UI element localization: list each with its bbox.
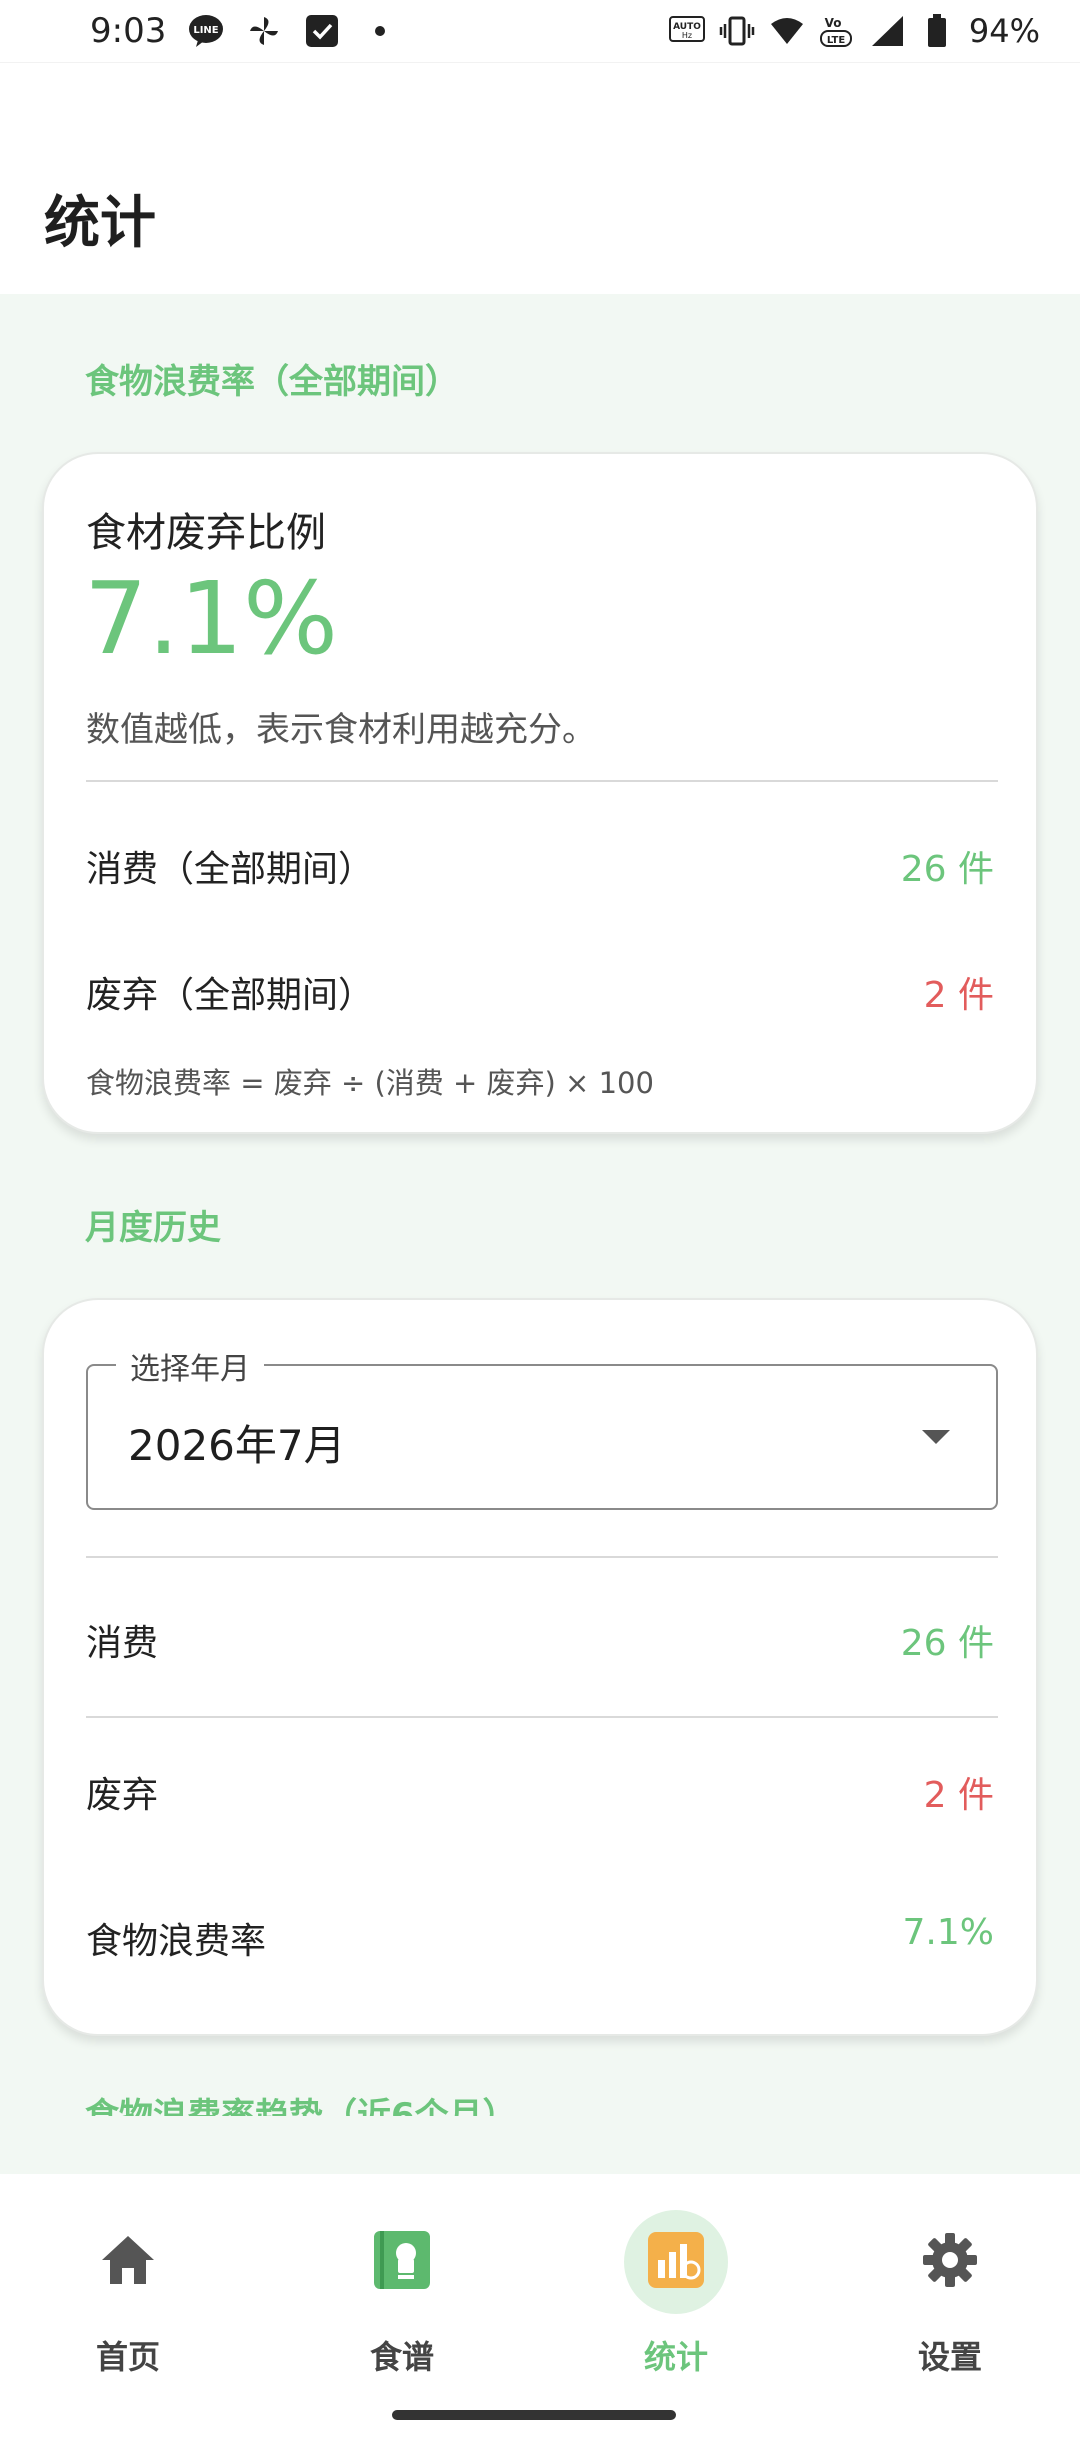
- home-icon: [100, 2234, 156, 2290]
- month-select-value: 2026年7月: [128, 1421, 346, 1470]
- nav-label-home: 首页: [95, 2338, 160, 2376]
- nav-label-recipes: 食谱: [369, 2338, 434, 2376]
- status-time: 9:03: [90, 11, 167, 51]
- stats-chart-icon: [646, 2230, 706, 2294]
- auto-hz-icon: AUTO Hz: [668, 13, 705, 49]
- nav-icon-wrap: [76, 2210, 180, 2314]
- status-left: 9:03 LINE: [90, 11, 398, 51]
- card-divider: [86, 1716, 998, 1718]
- waste-rate-value: 7.1%: [84, 560, 339, 677]
- wifi-icon: [769, 13, 805, 49]
- battery-icon: [919, 13, 955, 49]
- bottom-navigation: 首页 食谱 统计 设置: [0, 2174, 1080, 2448]
- gear-icon: [922, 2232, 978, 2292]
- trend-section-title: 食物浪费率趋势（近6个月）: [85, 2096, 517, 2116]
- month-select-legend: 选择年月: [116, 1344, 264, 1388]
- svg-text:LINE: LINE: [194, 25, 219, 36]
- waste-rate-card: 食材废弃比例 7.1% 数值越低，表示食材利用越充分。 消费（全部期间） 26 …: [42, 452, 1038, 1134]
- status-right: AUTO Hz Vo LTE 94%: [668, 12, 1040, 50]
- vibrate-icon: [719, 13, 755, 49]
- wasted-all-value: 2 件: [923, 975, 994, 1016]
- wasted-all-label: 废弃（全部期间）: [86, 975, 375, 1016]
- page-title: 统计: [44, 191, 156, 256]
- app-header: 统计: [0, 62, 1080, 294]
- card-divider: [86, 780, 998, 782]
- svg-text:Vo: Vo: [824, 16, 841, 30]
- svg-text:Hz: Hz: [682, 31, 692, 40]
- volte-icon: Vo LTE: [819, 13, 855, 49]
- nav-icon-wrap-active: [624, 2210, 728, 2314]
- signal-icon: [869, 13, 905, 49]
- monthly-section-title: 月度历史: [85, 1208, 221, 1248]
- line-icon: LINE: [188, 13, 224, 49]
- check-icon: [304, 13, 340, 49]
- consumed-all-label: 消费（全部期间）: [86, 849, 375, 890]
- stats-content[interactable]: 食物浪费率（全部期间） 食材废弃比例 7.1% 数值越低，表示食材利用越充分。 …: [0, 294, 1080, 2174]
- nav-label-stats: 统计: [643, 2338, 708, 2376]
- monthly-wasted-value: 2 件: [923, 1775, 994, 1816]
- svg-text:LTE: LTE: [827, 35, 846, 46]
- nav-item-settings[interactable]: 设置: [850, 2210, 1050, 2376]
- pinwheel-icon: [246, 13, 282, 49]
- monthly-wasted-label: 废弃: [86, 1775, 159, 1816]
- waste-formula: 食物浪费率 = 废弃 ÷ (消费 + 废弃) × 100: [86, 1066, 654, 1100]
- recipe-book-icon: [372, 2229, 432, 2295]
- monthly-waste-rate-value: 7.1%: [902, 1912, 994, 1953]
- nav-icon-wrap: [898, 2210, 1002, 2314]
- dot-icon: [362, 13, 398, 49]
- monthly-consumed-label: 消费: [86, 1623, 159, 1664]
- monthly-consumed-value: 26 件: [900, 1623, 994, 1664]
- monthly-waste-rate-label: 食物浪费率: [86, 1921, 267, 1962]
- battery-percent: 94%: [968, 12, 1040, 50]
- home-indicator[interactable]: [392, 2410, 676, 2420]
- nav-label-settings: 设置: [917, 2338, 982, 2376]
- nav-icon-wrap: [350, 2210, 454, 2314]
- chevron-down-icon[interactable]: [922, 1430, 950, 1444]
- waste-card-label: 食材废弃比例: [86, 510, 326, 556]
- month-select[interactable]: 选择年月 2026年7月: [86, 1344, 998, 1510]
- waste-section-title: 食物浪费率（全部期间）: [85, 362, 459, 402]
- nav-item-recipes[interactable]: 食谱: [302, 2210, 502, 2376]
- card-divider: [86, 1556, 998, 1558]
- consumed-all-value: 26 件: [900, 849, 994, 890]
- monthly-history-card: 选择年月 2026年7月 消费 26 件 废弃 2 件 食物浪费率 7.1%: [42, 1298, 1038, 2036]
- status-bar: 9:03 LINE AUTO Hz Vo LTE 94%: [0, 0, 1080, 62]
- waste-rate-description: 数值越低，表示食材利用越充分。: [86, 710, 596, 750]
- nav-item-stats[interactable]: 统计: [576, 2210, 776, 2376]
- nav-item-home[interactable]: 首页: [28, 2210, 228, 2376]
